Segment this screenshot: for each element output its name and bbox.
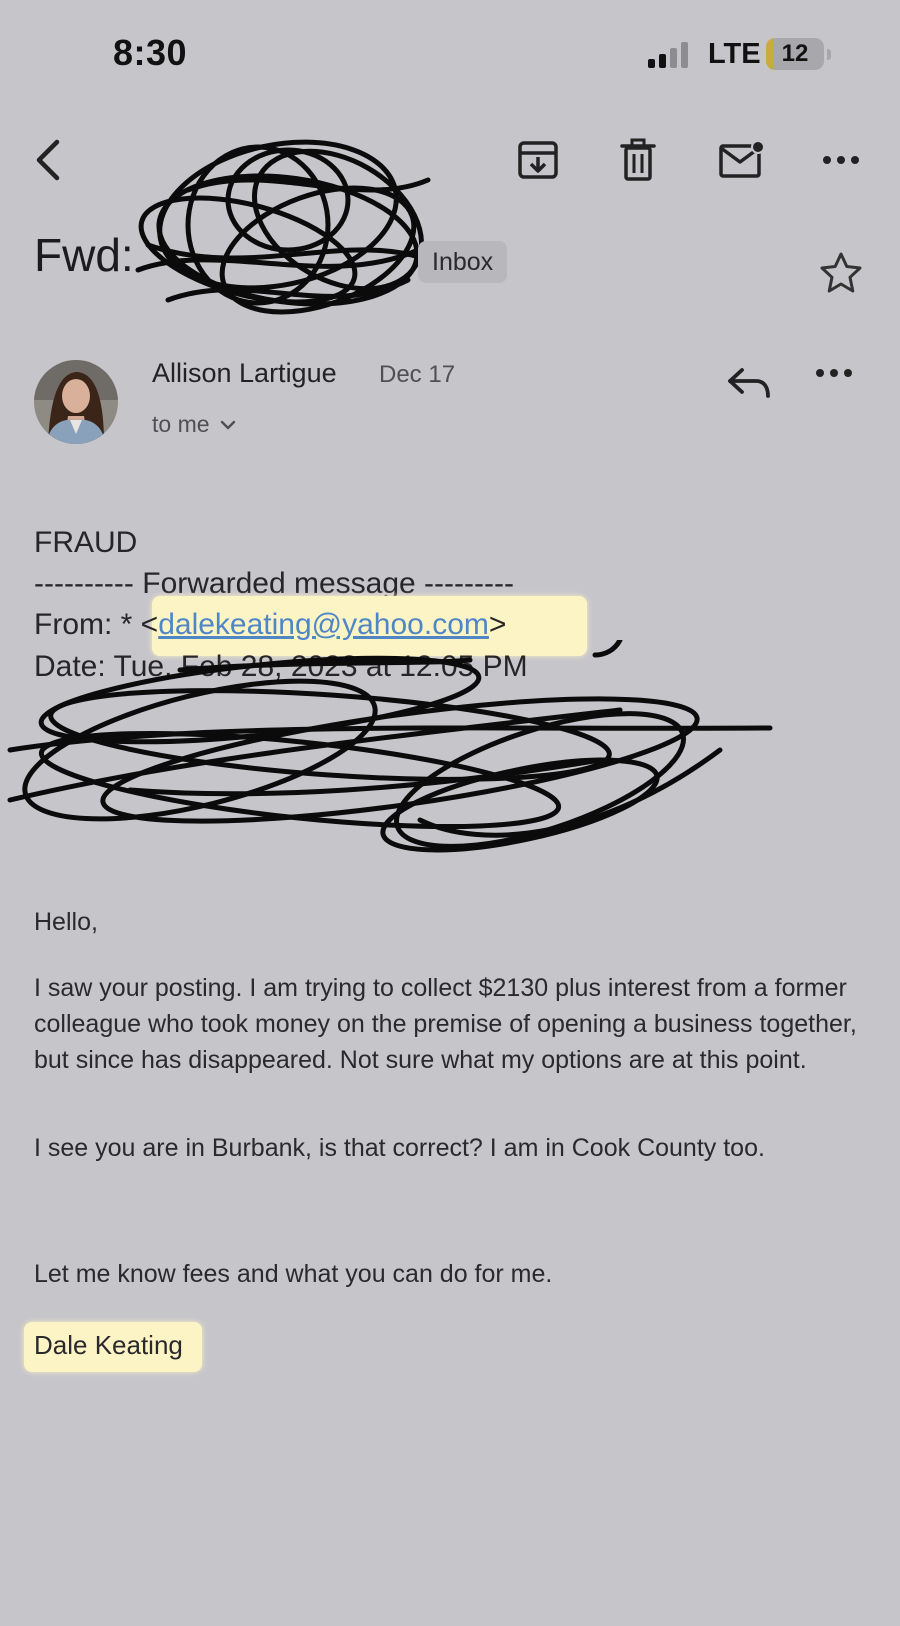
- inbox-label-chip[interactable]: Inbox: [418, 241, 508, 283]
- body-paragraph-3: Let me know fees and what you can do for…: [34, 1260, 553, 1288]
- recipient-text: to me: [152, 411, 210, 437]
- recipient-toggle[interactable]: to me: [152, 411, 236, 438]
- battery-level-text: 12: [781, 40, 809, 67]
- more-horizontal-icon: [816, 369, 852, 377]
- message-more-button[interactable]: [816, 368, 866, 402]
- forwarded-from-line: From: * <dalekeating@yahoo.com>: [34, 608, 506, 642]
- from-prefix: From: * <: [34, 608, 159, 641]
- reply-icon: [728, 368, 770, 398]
- archive-icon: [518, 141, 558, 179]
- more-options-button[interactable]: [816, 138, 866, 182]
- body-paragraph-1: I saw your posting. I am trying to colle…: [34, 974, 857, 1074]
- mark-unread-button[interactable]: [712, 132, 772, 188]
- reply-button[interactable]: [726, 364, 774, 404]
- sender-avatar[interactable]: [34, 360, 118, 444]
- from-email-link[interactable]: dalekeating@yahoo.com: [158, 608, 489, 641]
- battery-icon: 12: [766, 38, 832, 72]
- email-subject: Fwd:: [34, 229, 134, 281]
- mark-unread-icon: [719, 140, 765, 178]
- cellular-signal-icon: [648, 41, 694, 69]
- body-opening-line: FRAUD: [34, 526, 138, 559]
- status-time: 8:30: [113, 32, 188, 73]
- delete-button[interactable]: [612, 132, 664, 188]
- star-icon: [820, 252, 862, 293]
- back-button[interactable]: [22, 130, 74, 190]
- sender-name[interactable]: Allison Lartigue: [152, 358, 337, 389]
- signature: Dale Keating: [34, 1330, 183, 1360]
- trash-icon: [620, 138, 656, 181]
- back-icon: [36, 139, 60, 181]
- greeting: Hello,: [34, 908, 98, 936]
- chevron-down-icon: [220, 420, 235, 429]
- redaction-scribble: [0, 640, 790, 880]
- redaction-scribble: [128, 130, 448, 340]
- star-button[interactable]: [818, 250, 864, 296]
- more-horizontal-icon: [823, 156, 859, 164]
- archive-button[interactable]: [512, 132, 564, 188]
- network-type: LTE: [708, 38, 761, 70]
- email-date: Dec 17: [379, 361, 456, 388]
- body-paragraph-2: I see you are in Burbank, is that correc…: [34, 1134, 765, 1162]
- from-suffix: >: [488, 608, 507, 641]
